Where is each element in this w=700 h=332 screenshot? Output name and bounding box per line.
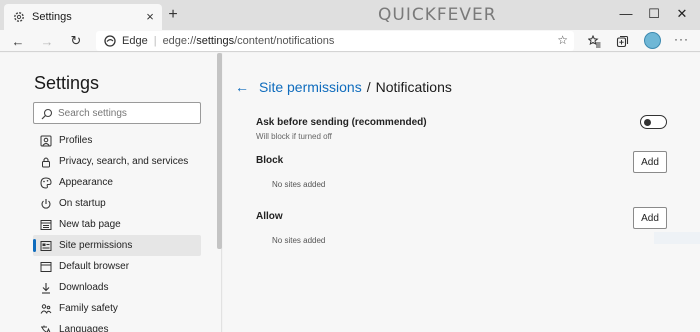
sidebar-item-label: New tab page bbox=[59, 219, 121, 230]
sidebar-item-appearance[interactable]: Appearance bbox=[33, 172, 201, 193]
sidebar-item-label: On startup bbox=[59, 198, 106, 209]
lock-icon bbox=[40, 156, 52, 168]
sidebar-item-label: Languages bbox=[59, 324, 109, 332]
toggle-knob bbox=[644, 119, 651, 126]
site-identity-label: Edge bbox=[122, 35, 148, 47]
favorite-star-icon[interactable]: ☆ bbox=[557, 33, 568, 47]
settings-sidebar: Settings Profiles Privacy, search, and s… bbox=[0, 53, 222, 332]
settings-title: Settings bbox=[34, 73, 100, 93]
forward-button[interactable]: → bbox=[37, 32, 57, 50]
sidebar-item-family-safety[interactable]: Family safety bbox=[33, 298, 201, 319]
faint-overlay bbox=[654, 232, 700, 244]
sidebar-item-default-browser[interactable]: Default browser bbox=[33, 256, 201, 277]
profile-icon bbox=[40, 135, 52, 147]
search-box[interactable] bbox=[33, 102, 201, 124]
sidebar-item-label: Default browser bbox=[59, 261, 130, 272]
search-settings-input[interactable] bbox=[58, 107, 198, 119]
tab-settings[interactable]: Settings × bbox=[4, 4, 162, 30]
sidebar-item-on-startup[interactable]: On startup bbox=[33, 193, 201, 214]
favorites-icon[interactable] bbox=[586, 33, 602, 49]
back-arrow-icon[interactable]: ← bbox=[235, 79, 249, 95]
url-text: edge://settings/content/notifications bbox=[162, 35, 335, 47]
breadcrumb-separator: / bbox=[366, 79, 371, 95]
sidebar-item-label: Appearance bbox=[59, 177, 113, 188]
ask-before-sending-label: Ask before sending (recommended) bbox=[256, 117, 427, 128]
download-icon bbox=[40, 282, 52, 294]
breadcrumb: ← Site permissions / Notifications bbox=[235, 79, 452, 95]
sidebar-item-downloads[interactable]: Downloads bbox=[33, 277, 201, 298]
new-tab-button[interactable]: + bbox=[164, 6, 182, 24]
sidebar-item-privacy[interactable]: Privacy, search, and services bbox=[33, 151, 201, 172]
search-icon bbox=[41, 107, 53, 120]
profile-avatar[interactable] bbox=[644, 32, 661, 49]
sidebar-item-languages[interactable]: Languages bbox=[33, 319, 201, 332]
settings-nav: Profiles Privacy, search, and services A… bbox=[33, 130, 201, 332]
brand-watermark: QUICKFEVER bbox=[378, 5, 497, 25]
sidebar-item-label: Privacy, search, and services bbox=[59, 156, 189, 167]
site-permissions-icon bbox=[40, 240, 52, 252]
refresh-button[interactable]: ↻ bbox=[66, 32, 86, 50]
family-icon bbox=[40, 303, 52, 315]
sidebar-item-label: Downloads bbox=[59, 282, 109, 293]
breadcrumb-site-permissions-link[interactable]: Site permissions bbox=[259, 79, 362, 95]
allow-section-title: Allow bbox=[256, 211, 283, 222]
close-window-button[interactable]: ✕ bbox=[664, 0, 700, 30]
browser-toolbar: ← → ↻ Edge | edge://settings/content/not… bbox=[0, 30, 700, 52]
sidebar-scrollbar[interactable] bbox=[217, 53, 222, 249]
tab-close-icon[interactable]: × bbox=[142, 9, 158, 25]
sidebar-item-profiles[interactable]: Profiles bbox=[33, 130, 201, 151]
block-add-button[interactable]: Add bbox=[633, 151, 667, 173]
block-section-title: Block bbox=[256, 155, 284, 166]
page-title: Notifications bbox=[375, 79, 452, 95]
gear-icon bbox=[12, 10, 26, 24]
sidebar-item-label: Family safety bbox=[59, 303, 118, 314]
sidebar-item-site-permissions[interactable]: Site permissions bbox=[33, 235, 201, 256]
back-button[interactable]: ← bbox=[8, 32, 28, 50]
languages-icon bbox=[40, 324, 52, 332]
settings-content: ← Site permissions / Notifications Ask b… bbox=[223, 53, 700, 332]
edge-logo-icon bbox=[104, 35, 116, 47]
more-menu-icon[interactable]: ··· bbox=[674, 32, 689, 46]
collections-icon[interactable] bbox=[614, 33, 630, 49]
power-icon bbox=[40, 198, 52, 210]
sidebar-item-label: Site permissions bbox=[59, 240, 133, 251]
tab-title: Settings bbox=[32, 11, 72, 23]
newtab-grid-icon bbox=[40, 219, 52, 231]
ask-before-sending-toggle[interactable] bbox=[640, 115, 667, 129]
block-empty-text: No sites added bbox=[272, 180, 326, 189]
title-bar: Settings × + QUICKFEVER — ☐ ✕ bbox=[0, 0, 700, 30]
address-bar[interactable]: Edge | edge://settings/content/notificat… bbox=[96, 31, 574, 51]
sidebar-item-new-tab-page[interactable]: New tab page bbox=[33, 214, 201, 235]
browser-window-icon bbox=[40, 261, 52, 273]
palette-icon bbox=[40, 176, 52, 189]
allow-empty-text: No sites added bbox=[272, 236, 326, 245]
address-divider: | bbox=[153, 35, 157, 47]
ask-before-sending-description: Will block if turned off bbox=[256, 132, 332, 141]
sidebar-item-label: Profiles bbox=[59, 135, 93, 146]
allow-add-button[interactable]: Add bbox=[633, 207, 667, 229]
